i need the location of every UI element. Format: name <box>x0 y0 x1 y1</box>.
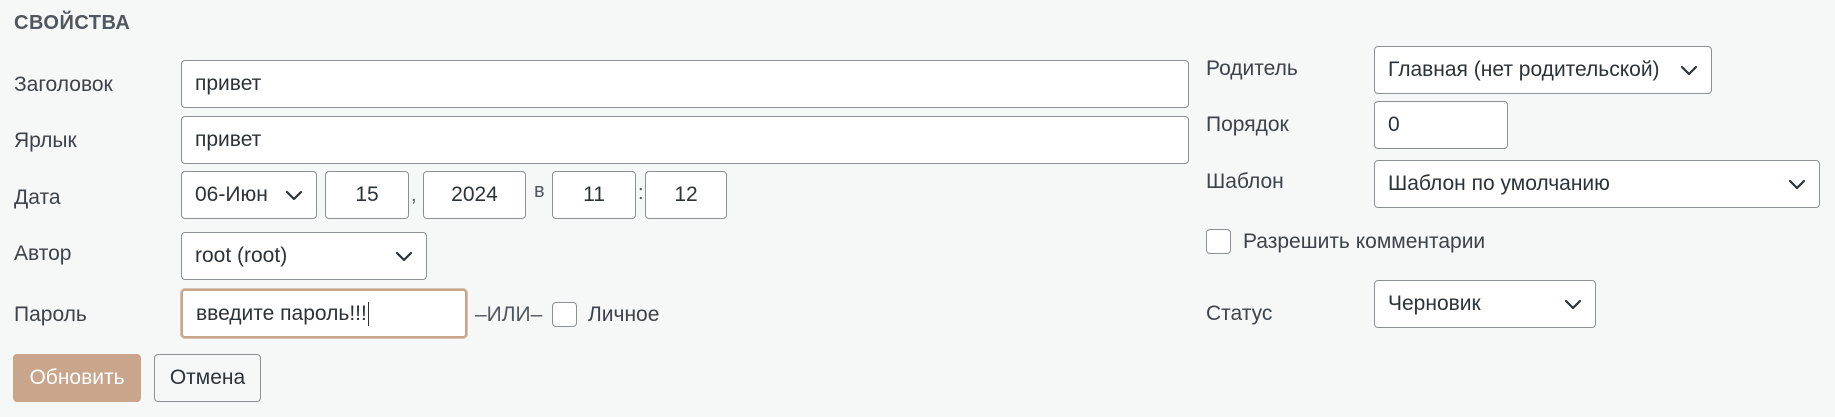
cancel-button[interactable]: Отмена <box>154 354 261 402</box>
date-hour-input[interactable]: 11 <box>552 171 636 219</box>
section-title: СВОЙСТВА <box>14 12 131 34</box>
private-checkbox[interactable] <box>552 302 577 327</box>
chevron-down-icon <box>1787 174 1807 194</box>
date-year-value: 2024 <box>451 183 498 206</box>
status-select-value: Черновик <box>1388 292 1481 315</box>
parent-label: Родитель <box>1206 57 1298 80</box>
chevron-down-icon <box>1679 60 1699 80</box>
text-caret <box>367 301 369 326</box>
date-month-value: 06-Июн <box>195 183 268 206</box>
date-year-input[interactable]: 2024 <box>423 171 526 219</box>
password-label: Пароль <box>14 303 87 326</box>
parent-select[interactable]: Главная (нет родительской) <box>1374 46 1712 94</box>
template-label: Шаблон <box>1206 170 1284 193</box>
date-minute-input[interactable]: 12 <box>645 171 727 219</box>
author-label: Автор <box>14 242 72 265</box>
date-day-input[interactable]: 15 <box>325 171 409 219</box>
comments-label: Разрешить комментарии <box>1243 230 1486 253</box>
status-label: Статус <box>1206 302 1273 325</box>
date-at-text: в <box>534 180 545 202</box>
status-select[interactable]: Черновик <box>1374 280 1596 328</box>
template-select[interactable]: Шаблон по умолчанию <box>1374 160 1820 208</box>
date-colon: : <box>638 182 644 204</box>
date-day-value: 15 <box>355 183 379 206</box>
or-text: –ИЛИ– <box>475 303 543 326</box>
chevron-down-icon <box>394 246 414 266</box>
slug-label: Ярлык <box>14 129 77 152</box>
chevron-down-icon <box>1563 294 1583 314</box>
password-input[interactable]: введите пароль!!! <box>181 289 467 338</box>
date-minute-value: 12 <box>674 183 698 206</box>
order-input-value: 0 <box>1388 113 1400 136</box>
parent-select-value: Главная (нет родительской) <box>1388 58 1660 81</box>
slug-input[interactable]: привет <box>181 116 1189 164</box>
date-comma: , <box>411 184 417 206</box>
slug-input-value: привет <box>195 128 262 151</box>
chevron-down-icon <box>284 185 304 205</box>
template-select-value: Шаблон по умолчанию <box>1388 172 1610 195</box>
date-hour-value: 11 <box>583 183 605 206</box>
author-select[interactable]: root (root) <box>181 232 427 280</box>
date-month-select[interactable]: 06-Июн <box>181 171 317 219</box>
comments-checkbox[interactable] <box>1206 229 1231 254</box>
author-select-value: root (root) <box>195 244 288 267</box>
order-input[interactable]: 0 <box>1374 101 1508 149</box>
title-input[interactable]: привет <box>181 60 1189 108</box>
order-label: Порядок <box>1206 113 1289 136</box>
title-label: Заголовок <box>14 73 113 96</box>
date-label: Дата <box>14 186 61 209</box>
title-input-value: привет <box>195 72 262 95</box>
private-label: Личное <box>588 303 660 326</box>
update-button[interactable]: Обновить <box>13 354 141 402</box>
password-input-value: введите пароль!!! <box>196 301 367 325</box>
